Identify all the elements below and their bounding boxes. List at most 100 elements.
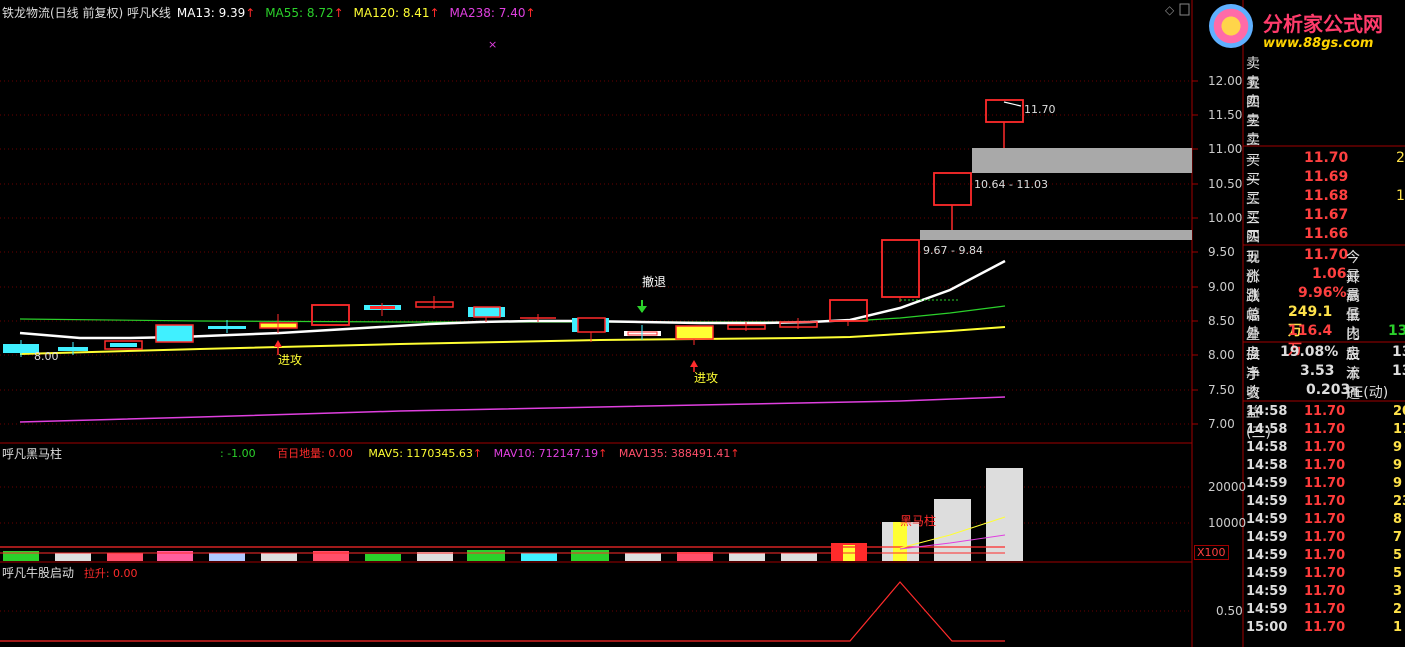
stat-value: 3.53 [1300, 363, 1335, 379]
ma55-up-icon: ↑ [333, 6, 344, 20]
stat-value: 1.06 [1312, 266, 1347, 282]
axis-label: 8.00 [1208, 348, 1235, 362]
tick-volume: 23 [1393, 494, 1405, 509]
tick-price: 11.70 [1304, 422, 1346, 437]
ma55-line [19, 305, 1006, 323]
tick-price: 11.70 [1304, 584, 1346, 599]
price-1170-label: 11.70 [1024, 103, 1056, 116]
stat-key2: PE(动) [1346, 385, 1389, 401]
mav135-label: MAV135: 388491.41 [618, 447, 731, 460]
tick-time: 14:59 [1246, 584, 1288, 599]
tick-volume: 1 [1393, 620, 1403, 635]
zone-upper-bar [972, 148, 1192, 173]
tick-volume: 9 [1393, 476, 1403, 491]
tick-volume: 9 [1393, 458, 1403, 473]
tick-time: 14:58 [1246, 440, 1288, 455]
stat-value: 0.203 [1306, 382, 1351, 398]
black-horse-label: 黑马柱 [900, 514, 937, 528]
axis-label: 11.00 [1208, 142, 1243, 156]
axis-label: 12.00 [1208, 74, 1243, 88]
tick-time: 15:00 [1246, 620, 1288, 635]
mav5-up-icon: ↑ [472, 447, 483, 460]
mav5-label: MAV5: 1170345.63 [368, 447, 473, 460]
axis-label: 9.50 [1208, 245, 1235, 259]
tick-price: 11.70 [1304, 458, 1346, 473]
attack-label-2: 进攻 [694, 371, 719, 385]
axis-label: 9.00 [1208, 280, 1235, 294]
volume-unit-badge: X100 [1194, 545, 1229, 560]
ma55-label: MA55: 8.72 [265, 6, 334, 20]
volume-panel-title: 呼凡黑马柱 [2, 447, 63, 461]
ma238-label: MA238: 7.40 [449, 6, 526, 20]
logo-text: 分析家公式网 [1263, 12, 1383, 36]
lift-signal-line [0, 581, 1005, 642]
site-logo: 分析家公式网 www.88gs.com [1205, 0, 1405, 55]
tick-time: 14:59 [1246, 494, 1288, 509]
axis-label: 7.50 [1208, 383, 1235, 397]
tick-volume: 17 [1393, 422, 1405, 437]
tick-price: 11.70 [1304, 530, 1346, 545]
tick-price: 11.70 [1304, 602, 1346, 617]
tick-price: 11.70 [1304, 566, 1346, 581]
tick-volume: 3 [1393, 584, 1403, 599]
chart-title: 铁龙物流(日线 前复权) 呼凡K线 [2, 6, 171, 20]
tick-time: 14:59 [1246, 602, 1288, 617]
axis-label: 8.50 [1208, 314, 1235, 328]
ma13-up-icon: ↑ [245, 6, 256, 20]
tick-time: 14:58 [1246, 422, 1288, 437]
tick-volume: 5 [1393, 566, 1403, 581]
lift-panel-header: 呼凡牛股启动 拉升: 0.00 [2, 564, 138, 581]
ma120-label: MA120: 8.41 [353, 6, 430, 20]
mav10-label: MAV10: 712147.19 [493, 447, 599, 460]
svg-text:◇: ◇ [1165, 3, 1175, 17]
buy-price: 11.70 [1304, 150, 1349, 166]
tick-time: 14:59 [1246, 530, 1288, 545]
tick-price: 11.70 [1304, 512, 1346, 527]
tick-price: 11.70 [1304, 440, 1346, 455]
vol-axis-20000: 20000 [1208, 480, 1247, 494]
tick-time: 14:59 [1246, 548, 1288, 563]
tick-time: 14:58 [1246, 404, 1288, 419]
volume-panel-values: : -1.00 百日地量: 0.00 MAV5: 1170345.63↑ MAV… [220, 445, 740, 461]
stat-value2: 13 [1392, 363, 1405, 379]
flower-icon [1209, 4, 1253, 48]
tick-volume: 2 [1393, 602, 1403, 617]
mav135-up-icon: ↑ [730, 447, 740, 460]
signal-value: : -1.00 [220, 447, 256, 460]
ma120-up-icon: ↑ [429, 6, 440, 20]
axis-label: 10.00 [1208, 211, 1243, 225]
stat-value2: 132 [1388, 323, 1405, 339]
buy-price: 11.67 [1304, 207, 1349, 223]
zone-lower-bar [920, 230, 1192, 240]
stat-value: 11.70 [1304, 247, 1349, 263]
tick-price: 11.70 [1304, 548, 1346, 563]
zone-lower-label: 9.67 - 9.84 [923, 244, 983, 257]
candles [3, 99, 1024, 357]
axis-label: 11.50 [1208, 108, 1243, 122]
tick-volume: 5 [1393, 548, 1403, 563]
axis-label: 7.00 [1208, 417, 1235, 431]
lift-value: 拉升: 0.00 [83, 567, 138, 580]
tick-price: 11.70 [1304, 620, 1346, 635]
marker-x: × [488, 38, 497, 51]
attack-label-1: 进攻 [278, 353, 303, 367]
tick-time: 14:59 [1246, 512, 1288, 527]
ma13-label: MA13: 9.39 [176, 6, 246, 20]
mav10-up-icon: ↑ [598, 447, 608, 460]
tick-volume: 8 [1393, 512, 1403, 527]
buy-price: 11.66 [1304, 226, 1349, 242]
tick-time: 14:59 [1246, 566, 1288, 581]
tick-volume: 7 [1393, 530, 1403, 545]
buy-qty: 2 [1396, 150, 1405, 166]
logo-url: www.88gs.com [1263, 36, 1374, 51]
stat-value: 19.08% [1280, 344, 1339, 360]
volume-panel-header: 呼凡黑马柱 [2, 445, 62, 462]
chart-header: 铁龙物流(日线 前复权) 呼凡K线 MA13: 9.39↑ MA55: 8.72↑… [2, 4, 542, 21]
ground-volume-label: 百日地量: 0.00 [277, 447, 353, 460]
tick-price: 11.70 [1304, 476, 1346, 491]
ma238-line [19, 396, 1006, 423]
tick-time: 14:58 [1246, 458, 1288, 473]
tick-volume: 9 [1393, 440, 1403, 455]
tick-price: 11.70 [1304, 404, 1346, 419]
buy-price: 11.68 [1304, 188, 1349, 204]
